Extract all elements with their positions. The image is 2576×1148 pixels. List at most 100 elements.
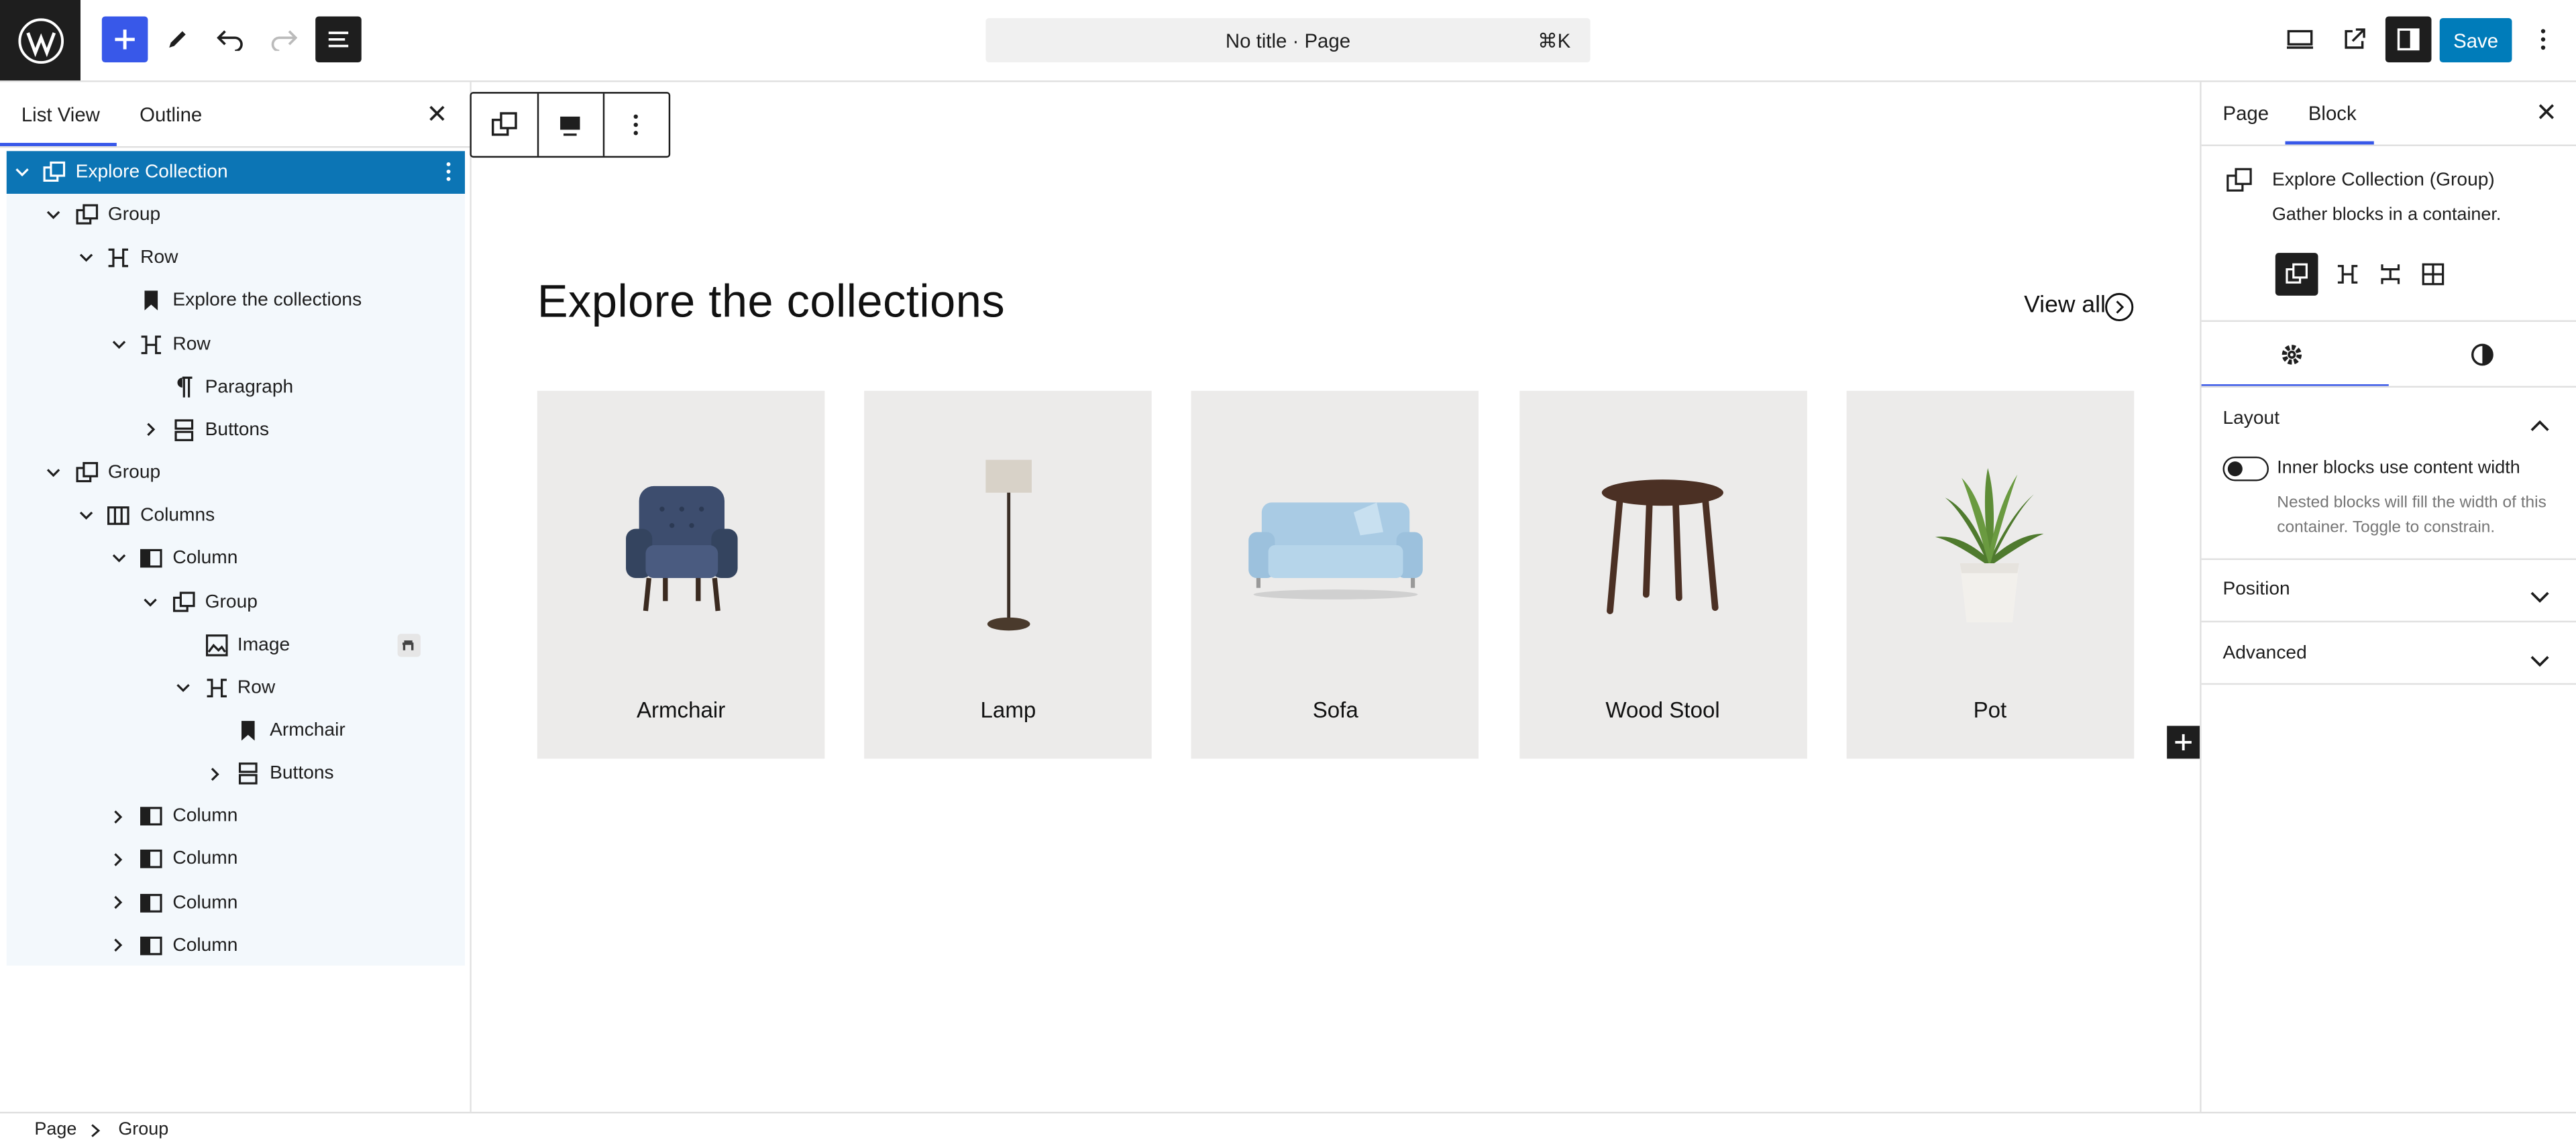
product-card-title[interactable]: Sofa <box>1191 698 1479 723</box>
content-width-toggle[interactable] <box>2222 456 2269 481</box>
tab-page[interactable]: Page <box>2222 102 2269 125</box>
sofa-image[interactable] <box>1191 440 1479 653</box>
variation-stack-button[interactable] <box>2369 253 2412 296</box>
view-page-button[interactable] <box>2331 16 2377 62</box>
close-settings-button[interactable] <box>2535 100 2558 123</box>
lamp-image[interactable] <box>865 440 1152 653</box>
document-overview-button[interactable] <box>315 16 362 63</box>
product-card-title[interactable]: Armchair <box>537 698 825 723</box>
view-button[interactable] <box>2277 16 2323 62</box>
advanced-panel[interactable]: Advanced <box>2201 621 2576 685</box>
chevron-right-icon[interactable] <box>110 852 126 868</box>
product-card[interactable]: Wood Stool <box>1519 390 1807 759</box>
expand-position-button[interactable] <box>2530 583 2549 612</box>
product-card-title[interactable]: Lamp <box>865 698 1152 723</box>
close-list-view-button[interactable] <box>425 102 448 125</box>
tree-item-columns[interactable]: Columns <box>7 495 465 538</box>
kebab-menu-icon <box>2540 29 2546 50</box>
list-view-panel: List View Outline Explore Collection Grou… <box>0 82 472 1112</box>
tree-item-group[interactable]: Group <box>7 194 465 237</box>
tree-item-explore-collection[interactable]: Explore Collection <box>6 151 466 194</box>
product-card-title[interactable]: Pot <box>1846 698 2134 723</box>
tree-item-column[interactable]: Column <box>7 838 465 881</box>
tree-item-group[interactable]: Group <box>7 452 465 495</box>
undo-button[interactable] <box>207 16 254 62</box>
product-card-title[interactable]: Wood Stool <box>1519 698 1807 723</box>
variation-row-button[interactable] <box>2326 253 2369 296</box>
chevron-right-icon[interactable] <box>110 937 126 954</box>
product-card[interactable]: Sofa <box>1191 390 1480 759</box>
breadcrumb-item-page[interactable]: Page <box>34 1120 76 1139</box>
tree-item-column[interactable]: Column <box>7 924 465 967</box>
chevron-down-icon[interactable] <box>143 593 159 610</box>
kebab-menu-icon[interactable] <box>445 161 452 187</box>
tree-item-image[interactable]: Image <box>7 624 465 667</box>
chevron-down-icon[interactable] <box>110 336 126 352</box>
pot-image[interactable] <box>1846 440 2134 653</box>
wordpress-logo-button[interactable] <box>0 0 81 81</box>
group-icon <box>2226 168 2252 192</box>
variation-grid-button[interactable] <box>2412 253 2455 296</box>
chevron-right-icon[interactable] <box>143 422 159 438</box>
view-all-link[interactable]: View all <box>2024 292 2134 322</box>
chevron-down-icon[interactable] <box>78 250 94 266</box>
product-card[interactable]: Lamp <box>864 390 1152 759</box>
options-button[interactable] <box>2522 16 2565 62</box>
tree-item-group[interactable]: Group <box>7 581 465 624</box>
tree-item-row[interactable]: Row <box>7 237 465 280</box>
add-block-button[interactable] <box>101 16 148 63</box>
chevron-down-icon[interactable] <box>175 679 191 695</box>
tab-list-view[interactable]: List View <box>21 103 100 126</box>
block-align-button[interactable] <box>537 94 603 156</box>
chevron-down-icon[interactable] <box>46 207 62 223</box>
document-title: No title · Page <box>1225 30 1351 53</box>
collapse-layout-button[interactable] <box>2530 410 2549 440</box>
layout-panel: Layout Inner blocks use content width Ne… <box>2201 388 2576 561</box>
chevron-right-icon[interactable] <box>110 895 126 911</box>
save-button[interactable]: Save <box>2439 17 2512 63</box>
tree-item-row[interactable]: Row <box>7 323 465 365</box>
inserter-button[interactable] <box>2167 726 2200 759</box>
command-palette-bar[interactable]: No title · Page ⌘K <box>985 17 1591 63</box>
block-options-button[interactable] <box>603 94 669 156</box>
chevron-right-icon[interactable] <box>110 809 126 825</box>
product-card[interactable]: Pot <box>1846 390 2134 759</box>
variation-group-button[interactable] <box>2275 253 2318 296</box>
tree-item-explore-the-collections[interactable]: Explore the collections <box>7 280 465 323</box>
chevron-down-icon[interactable] <box>13 164 30 180</box>
collections-heading[interactable]: Explore the collections <box>537 276 1005 328</box>
list-view-icon <box>328 32 349 48</box>
tree-item-column[interactable]: Column <box>7 795 465 838</box>
breadcrumb-item-group[interactable]: Group <box>118 1120 168 1139</box>
tree-item-buttons[interactable]: Buttons <box>7 752 465 795</box>
wood-stool-image[interactable] <box>1519 440 1807 653</box>
redo-button[interactable] <box>261 16 307 62</box>
product-card[interactable]: Armchair <box>537 390 825 759</box>
tree-item-buttons[interactable]: Buttons <box>7 409 465 452</box>
image-icon <box>205 633 227 656</box>
chevron-up-icon <box>2530 420 2549 431</box>
tab-block[interactable]: Block <box>2308 102 2357 125</box>
tools-button[interactable] <box>154 16 201 62</box>
tree-item-paragraph[interactable]: Paragraph <box>7 366 465 409</box>
view-all-label: View all <box>2024 292 2106 319</box>
tree-item-column[interactable]: Column <box>7 538 465 581</box>
tab-settings[interactable] <box>2280 343 2303 375</box>
armchair-image[interactable] <box>537 440 825 653</box>
block-type-switcher[interactable] <box>472 94 537 156</box>
expand-advanced-button[interactable] <box>2530 647 2549 677</box>
chevron-down-icon[interactable] <box>46 465 62 481</box>
tree-item-column[interactable]: Column <box>7 881 465 924</box>
tree-item-row[interactable]: Row <box>7 667 465 709</box>
tree-item-armchair[interactable]: Armchair <box>7 709 465 752</box>
tree-item-label: Group <box>107 463 161 483</box>
chevron-down-icon[interactable] <box>78 508 94 524</box>
settings-sidebar-toggle[interactable] <box>2385 16 2432 63</box>
tab-styles[interactable] <box>2471 343 2493 375</box>
tab-outline[interactable]: Outline <box>140 103 202 126</box>
chevron-right-icon[interactable] <box>207 765 223 781</box>
layout-panel-title[interactable]: Layout <box>2222 409 2279 428</box>
chevron-down-icon[interactable] <box>110 551 126 567</box>
position-panel[interactable]: Position <box>2201 559 2576 623</box>
tree-item-label: Buttons <box>270 764 334 784</box>
